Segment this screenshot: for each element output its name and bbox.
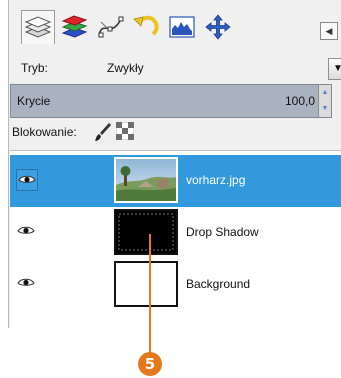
mode-select[interactable]: Zwykły: [107, 61, 144, 75]
opacity-label: Krycie: [17, 94, 51, 108]
shadow-thumbnail: [116, 211, 176, 253]
undo-history-icon: [133, 15, 159, 36]
visibility-toggle[interactable]: [16, 221, 38, 243]
screenshot-stage: ◀ Tryb: Zwykły ▼ Krycie 100,0 ▲ ▼ Blokow…: [0, 0, 341, 378]
histogram-icon: [169, 16, 195, 38]
mode-label: Tryb:: [21, 61, 48, 75]
callout-line: [149, 234, 151, 354]
layer-thumbnail: [114, 209, 178, 255]
visibility-toggle[interactable]: [16, 273, 38, 295]
eye-icon: [17, 226, 35, 234]
layer-row[interactable]: Background: [10, 259, 341, 311]
lock-label: Blokowanie:: [12, 125, 77, 139]
mode-row: Tryb: Zwykły ▼: [21, 58, 341, 80]
layer-row[interactable]: Drop Shadow: [10, 207, 341, 259]
navigation-tab[interactable]: [201, 10, 235, 44]
layer-thumbnail: [114, 261, 178, 307]
layer-list: vorharz.jpg Drop Shadow Background: [10, 150, 341, 329]
channels-icon: [61, 15, 88, 38]
paths-tab[interactable]: [93, 10, 127, 44]
histogram-tab[interactable]: [165, 10, 199, 44]
layer-name[interactable]: vorharz.jpg: [186, 173, 245, 187]
callout-badge: 5: [138, 352, 162, 376]
opacity-slider[interactable]: Krycie 100,0 ▲ ▼: [10, 84, 332, 118]
eye-icon: [17, 278, 35, 286]
lock-alpha-toggle[interactable]: [115, 121, 135, 143]
visibility-toggle[interactable]: [16, 169, 38, 191]
paths-icon: [98, 16, 124, 38]
layer-row[interactable]: vorharz.jpg: [10, 155, 341, 207]
layers-icon: [24, 15, 52, 38]
opacity-spinner[interactable]: ▲ ▼: [318, 85, 331, 117]
layer-thumbnail: [114, 157, 178, 203]
checkerboard-icon: [115, 121, 135, 141]
undo-history-tab[interactable]: [129, 10, 163, 44]
move-icon: [205, 14, 231, 40]
spin-down-arrow[interactable]: ▼: [319, 101, 331, 117]
eye-icon: [18, 175, 36, 183]
layers-tab[interactable]: [21, 10, 55, 44]
lock-pixels-toggle[interactable]: [94, 122, 112, 145]
channels-tab[interactable]: [57, 10, 91, 44]
layer-name[interactable]: Background: [186, 277, 250, 291]
dock-menu-button[interactable]: ◀: [320, 22, 338, 40]
layer-name[interactable]: Drop Shadow: [186, 225, 259, 239]
opacity-value[interactable]: 100,0: [285, 94, 315, 108]
spin-up-arrow[interactable]: ▲: [319, 85, 331, 101]
brush-icon: [95, 123, 111, 141]
landscape-thumbnail: [116, 159, 176, 201]
mode-dropdown-arrow[interactable]: ▼: [328, 58, 341, 80]
dock-tab-bar: [21, 10, 235, 48]
